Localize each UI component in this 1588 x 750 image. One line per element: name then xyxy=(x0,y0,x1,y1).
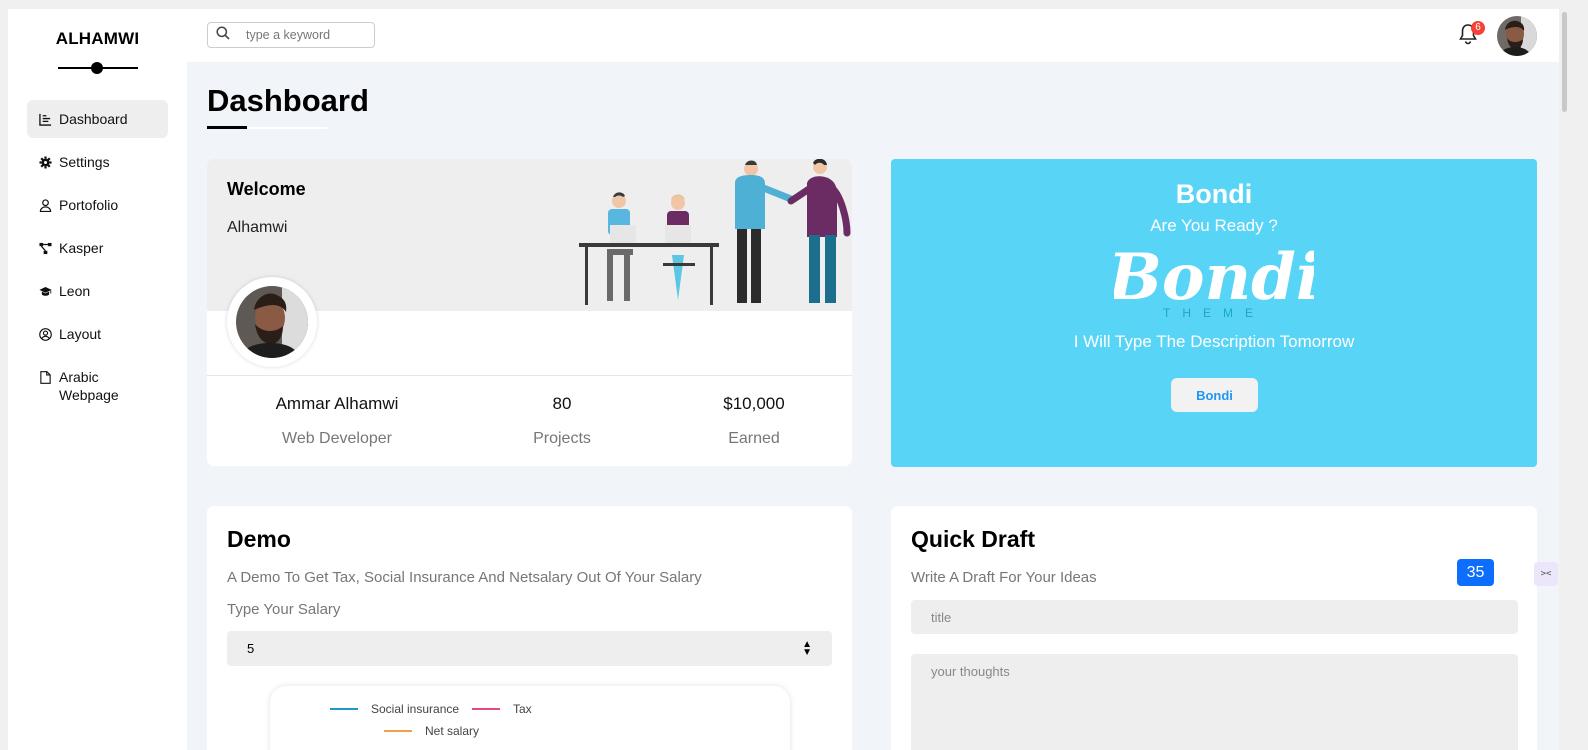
stat-earned: $10,000 Earned xyxy=(704,394,804,448)
sidebar-item-label: Portofolio xyxy=(59,197,119,213)
team-illustration xyxy=(579,159,851,305)
user-circle-icon xyxy=(38,325,52,343)
salary-value: 5 xyxy=(247,641,255,656)
demo-card: Demo A Demo To Get Tax, Social Insurance… xyxy=(207,506,852,750)
stat-label: Projects xyxy=(533,430,591,447)
legend-social-insurance[interactable]: Social insurance xyxy=(330,702,459,716)
gear-icon xyxy=(38,153,52,171)
sidebar-item-leon[interactable]: Leon xyxy=(27,272,168,310)
stat-value: $10,000 xyxy=(723,394,785,413)
draft-description: Write A Draft For Your Ideas xyxy=(911,569,1097,586)
bondi-card: Bondi Are You Ready ? Bondi THEME I Will… xyxy=(891,159,1537,467)
legend-label: Tax xyxy=(513,702,532,716)
salary-label: Type Your Salary xyxy=(227,601,341,618)
legend-swatch xyxy=(472,708,500,710)
char-counter: 35 xyxy=(1457,559,1494,586)
sidebar-item-kasper[interactable]: Kasper xyxy=(27,229,168,267)
search-box[interactable] xyxy=(207,22,375,48)
welcome-card: Welcome Alhamwi Ammar Alhamwi Web Develo… xyxy=(207,159,852,466)
title-underline-light xyxy=(247,127,327,129)
title-underline xyxy=(207,126,247,129)
search-icon xyxy=(216,25,230,45)
stat-value: Ammar Alhamwi xyxy=(275,394,399,413)
sidebar-item-label: Layout xyxy=(59,326,102,342)
user-icon xyxy=(38,196,52,214)
bondi-description: I Will Type The Description Tomorrow xyxy=(1073,332,1355,351)
top-header: 6 xyxy=(187,9,1559,62)
bondi-logo-text: Bondi xyxy=(1114,240,1314,315)
sidebar-item-label: Arabic Webpage xyxy=(59,369,119,403)
legend-label: Social insurance xyxy=(371,702,460,716)
sidebar-item-arabic-webpage[interactable]: Arabic Webpage xyxy=(27,358,168,414)
sidebar-item-portofolio[interactable]: Portofolio xyxy=(27,186,168,224)
sidebar-item-label: Leon xyxy=(59,283,91,299)
bondi-logo: Bondi THEME xyxy=(1114,240,1314,319)
stat-label: Web Developer xyxy=(282,430,392,447)
demo-description: A Demo To Get Tax, Social Insurance And … xyxy=(227,569,702,586)
legend-swatch xyxy=(384,730,412,732)
legend-label: Net salary xyxy=(425,724,480,738)
stepper-arrows-icon[interactable]: ▲ ▼ xyxy=(802,639,812,657)
brand-logo: ALHAMWI xyxy=(55,29,140,48)
welcome-banner: Welcome Alhamwi xyxy=(207,159,852,311)
legend-swatch xyxy=(330,708,358,710)
sidebar-item-label: Dashboard xyxy=(59,111,128,127)
bondi-button[interactable]: Bondi xyxy=(1171,378,1258,412)
scrollbar-track[interactable] xyxy=(1560,9,1568,750)
bondi-logo-sub: THEME xyxy=(1163,306,1265,319)
brand-divider-dot xyxy=(91,62,103,74)
legend-tax[interactable]: Tax xyxy=(472,702,532,716)
draft-title: Quick Draft xyxy=(911,526,1035,552)
quick-draft-card: Quick Draft Write A Draft For Your Ideas… xyxy=(891,506,1537,750)
profile-avatar[interactable] xyxy=(227,277,317,367)
sidebar-item-settings[interactable]: Settings xyxy=(27,143,168,181)
avatar[interactable] xyxy=(1497,16,1537,56)
demo-title: Demo xyxy=(227,526,291,552)
salary-input[interactable]: 5 ▲ ▼ xyxy=(227,631,832,666)
sidebar-nav: Dashboard Settings Portofolio Kasper Leo… xyxy=(27,100,168,419)
graduation-cap-icon xyxy=(38,282,52,300)
notification-badge: 6 xyxy=(1471,21,1485,35)
stat-name: Ammar Alhamwi Web Developer xyxy=(252,394,422,448)
scrollbar-thumb[interactable] xyxy=(1562,12,1567,112)
sidebar-item-dashboard[interactable]: Dashboard xyxy=(27,100,168,138)
sidebar: ALHAMWI Dashboard Settings Portofolio Ka… xyxy=(8,9,187,750)
diagram-icon xyxy=(38,239,52,257)
sidebar-item-layout[interactable]: Layout xyxy=(27,315,168,353)
legend-net-salary[interactable]: Net salary xyxy=(384,724,479,738)
draft-title-input[interactable] xyxy=(911,600,1518,634)
search-input[interactable] xyxy=(246,28,366,42)
sidebar-item-label: Kasper xyxy=(59,240,104,256)
stat-projects: 80 Projects xyxy=(512,394,612,448)
bondi-title: Bondi xyxy=(1175,179,1253,209)
app-frame: ALHAMWI Dashboard Settings Portofolio Ka… xyxy=(8,9,1559,750)
welcome-name: Alhamwi xyxy=(227,219,288,236)
stat-value: 80 xyxy=(552,394,572,413)
draft-thoughts-textarea[interactable] xyxy=(911,654,1518,750)
welcome-title: Welcome xyxy=(227,179,306,199)
collapse-widget-icon[interactable]: >< xyxy=(1534,562,1558,586)
page-title: Dashboard xyxy=(207,83,369,118)
welcome-divider xyxy=(207,375,852,376)
chart-line-icon xyxy=(38,110,52,128)
sidebar-item-label: Settings xyxy=(59,154,110,170)
salary-chart: Social insurance Tax Net salary xyxy=(270,686,790,750)
stat-label: Earned xyxy=(728,430,780,447)
